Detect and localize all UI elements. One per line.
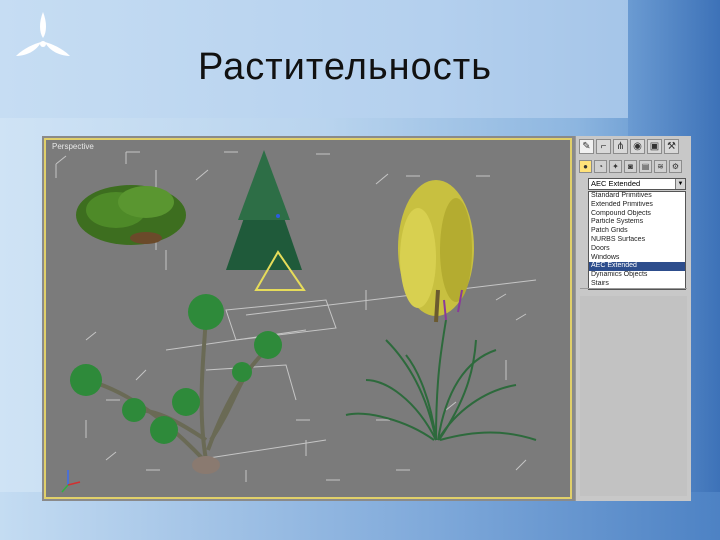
command-panel-tabs: ✎ ⌐ ⋔ ◉ ▣ ⚒ [579,139,679,155]
create-category-buttons: ● ◔ ✦ ◙ ▤ ≋ ⚙ [579,160,682,174]
willow-model [398,180,474,323]
perspective-viewport[interactable]: Perspective [44,138,572,499]
conifer-model [226,150,306,291]
dropdown-option[interactable]: Extended Primitives [589,201,685,210]
dropdown-option[interactable]: Windows [589,254,685,263]
3d-app-window: Perspective ✎ ⌐ ⋔ ◉ ▣ ⚒ ● ◔ ✦ ◙ ▤ ≋ ⚙ AE… [42,136,691,501]
viewport-scene [55,150,537,493]
dropdown-option[interactable]: NURBS Surfaces [589,236,685,245]
geometry-icon[interactable]: ● [579,160,592,173]
modify-icon[interactable]: ⌐ [596,139,611,154]
systems-icon[interactable]: ⚙ [669,160,682,173]
command-panel: ✎ ⌐ ⋔ ◉ ▣ ⚒ ● ◔ ✦ ◙ ▤ ≋ ⚙ AEC Extended ▼… [575,136,691,501]
shrub-model [76,185,186,245]
dropdown-list: Standard Primitives Extended Primitives … [588,191,686,290]
display-icon[interactable]: ▣ [647,139,662,154]
utilities-icon[interactable]: ⚒ [664,139,679,154]
dropdown-option[interactable]: Particle Systems [589,218,685,227]
yucca-model [70,294,282,474]
axis-tripod [61,470,81,493]
rollout-divider [580,288,687,293]
create-icon[interactable]: ✎ [579,139,594,154]
dropdown-value: AEC Extended [591,179,641,188]
hierarchy-icon[interactable]: ⋔ [613,139,628,154]
chevron-down-icon[interactable]: ▼ [675,179,685,189]
trefoil-logo-icon [16,12,70,56]
motion-icon[interactable]: ◉ [630,139,645,154]
dropdown-option[interactable]: Compound Objects [589,210,685,219]
cameras-icon[interactable]: ◙ [624,160,637,173]
shapes-icon[interactable]: ◔ [594,160,607,173]
dropdown-option[interactable]: Standard Primitives [589,192,685,201]
object-type-dropdown[interactable]: AEC Extended ▼ [588,178,686,190]
spacewarps-icon[interactable]: ≋ [654,160,667,173]
slide-title: Растительность [198,46,492,88]
dropdown-option-selected[interactable]: AEC Extended [589,262,685,272]
dropdown-option[interactable]: Doors [589,245,685,254]
dropdown-option[interactable]: Patch Grids [589,227,685,236]
rollout-area [580,296,687,496]
helpers-icon[interactable]: ▤ [639,160,652,173]
dropdown-option[interactable]: Dynamics Objects [589,271,685,280]
lights-icon[interactable]: ✦ [609,160,622,173]
